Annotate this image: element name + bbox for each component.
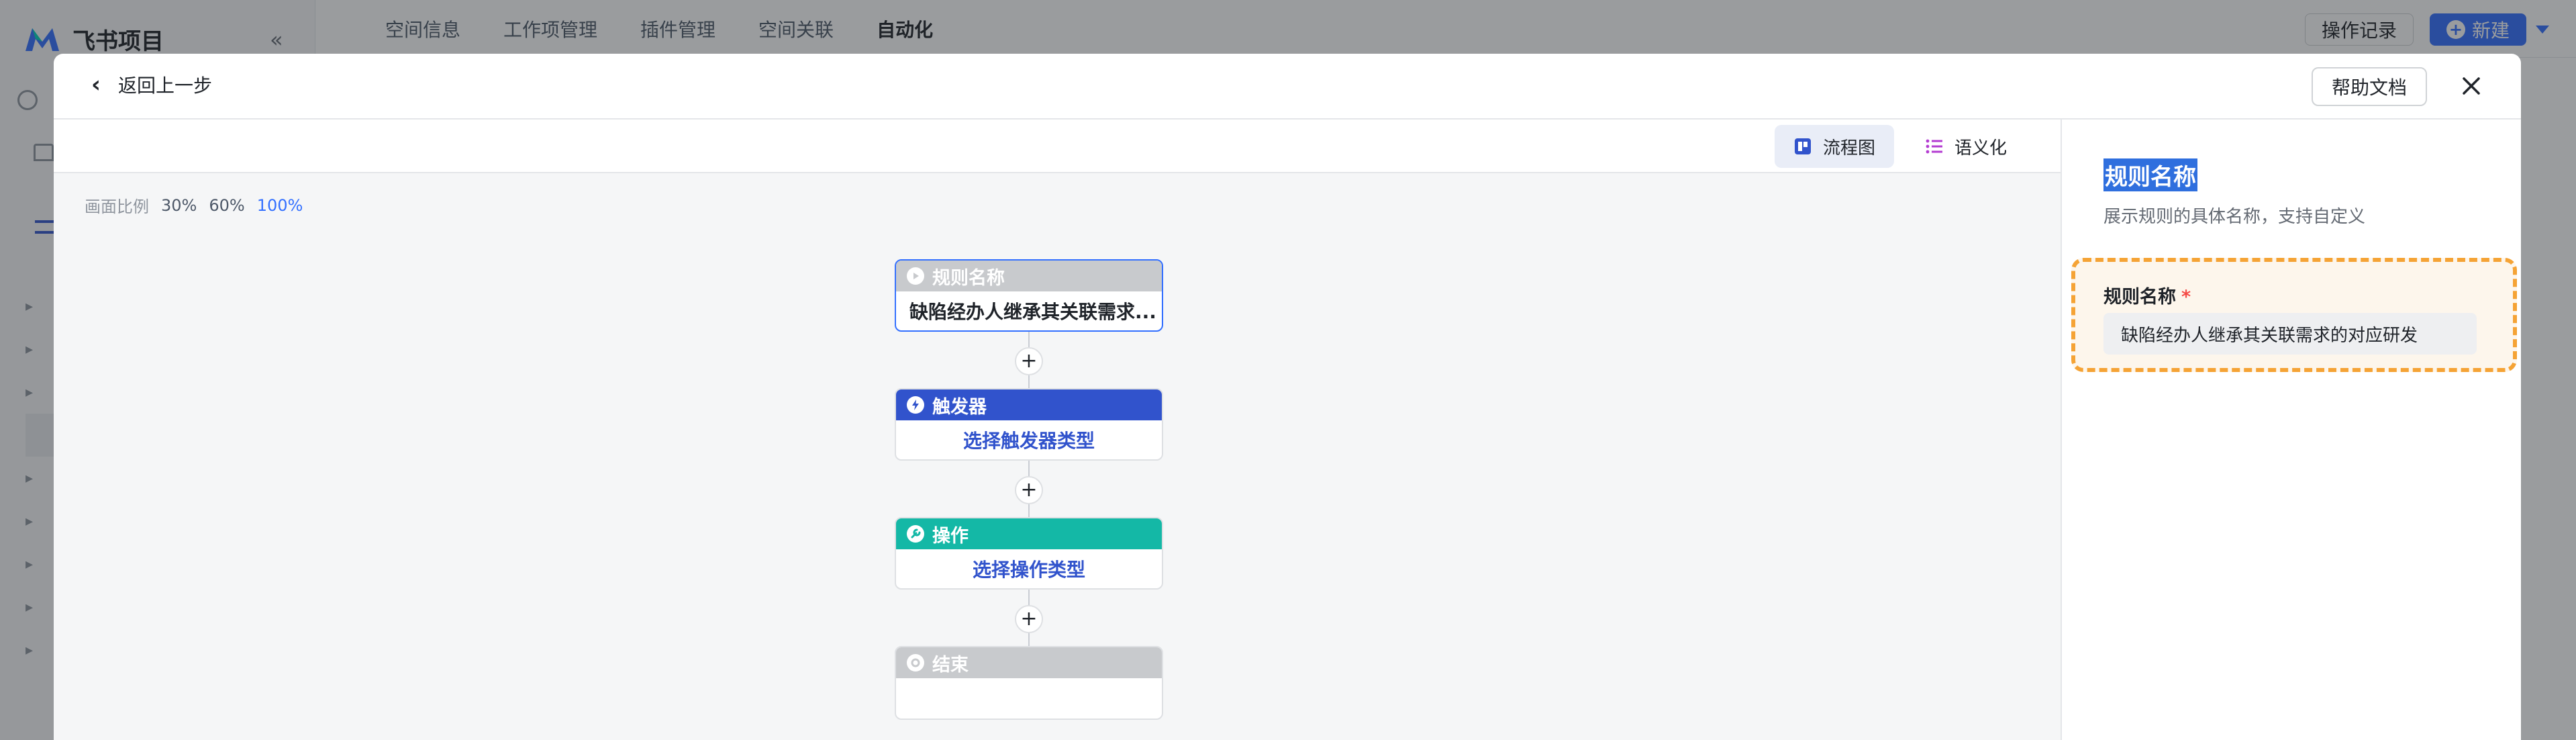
select-action-link[interactable]: 选择操作类型 xyxy=(973,555,1085,582)
action-node-title: 操作 xyxy=(932,525,969,547)
back-label: 返回上一步 xyxy=(118,75,213,97)
add-step-button[interactable]: + xyxy=(1015,476,1043,504)
chevron-left-icon: ‹ xyxy=(91,71,101,98)
end-node-header: 结束 xyxy=(896,647,1162,678)
rule-name-node-header: 规则名称 xyxy=(896,261,1162,291)
flowchart-view-label: 流程图 xyxy=(1822,138,1875,158)
close-button[interactable] xyxy=(2454,68,2489,103)
add-step-button[interactable]: + xyxy=(1015,347,1043,375)
panel-title: 规则名称 xyxy=(2103,158,2197,191)
lightning-icon xyxy=(907,396,924,414)
zoom-bar: 画面比例 30% 60% 100% xyxy=(85,193,303,217)
trigger-node-body[interactable]: 选择触发器类型 xyxy=(896,420,1162,459)
panel-description: 展示规则的具体名称，支持自定义 xyxy=(2103,207,2366,227)
modal-header: ‹ 返回上一步 帮助文档 xyxy=(54,54,2521,120)
play-icon xyxy=(907,267,924,285)
action-node-header: 操作 xyxy=(896,518,1162,549)
canvas-toolbar: 流程图 语义化 xyxy=(54,120,2061,173)
zoom-100-option[interactable]: 100% xyxy=(257,196,303,215)
back-button[interactable]: ‹ 返回上一步 xyxy=(91,71,212,98)
rule-settings-panel: 规则名称 展示规则的具体名称，支持自定义 规则名称 * 缺陷经办人继承其关联需求的… xyxy=(2061,120,2521,740)
zoom-60-option[interactable]: 60% xyxy=(209,196,244,215)
flowchart-icon xyxy=(1794,138,1811,154)
automation-rule-modal: ‹ 返回上一步 帮助文档 流程图 语义化 画面比例 30% 60% 100% 规… xyxy=(54,54,2521,740)
zoom-label: 画面比例 xyxy=(85,197,149,216)
action-node-body[interactable]: 选择操作类型 xyxy=(896,549,1162,588)
rule-name-field-label: 规则名称 * xyxy=(2103,282,2191,308)
rule-name-node-title: 规则名称 xyxy=(932,267,1005,289)
end-node[interactable]: 结束 xyxy=(895,646,1163,720)
end-node-body xyxy=(896,678,1162,719)
rule-name-node[interactable]: 规则名称 缺陷经办人继承其关联需求... xyxy=(895,259,1163,332)
trigger-node-title: 触发器 xyxy=(932,396,987,418)
view-toggle: 流程图 语义化 xyxy=(1774,125,2026,168)
stop-icon xyxy=(907,654,924,672)
close-icon xyxy=(2463,77,2480,95)
flowchart-view-button[interactable]: 流程图 xyxy=(1774,125,1894,168)
flow-canvas[interactable]: 流程图 语义化 画面比例 30% 60% 100% 规则名称 缺陷经办人继承其关… xyxy=(54,120,2061,740)
rule-name-field-group: 规则名称 * 缺陷经办人继承其关联需求的对应研发 xyxy=(2071,258,2517,372)
rule-name-node-body: 缺陷经办人继承其关联需求... xyxy=(909,301,1156,323)
semantic-view-label: 语义化 xyxy=(1954,138,2007,158)
wrench-icon xyxy=(907,525,924,543)
required-mark: * xyxy=(2181,287,2191,308)
list-icon xyxy=(1926,139,1942,154)
zoom-30-option[interactable]: 30% xyxy=(161,196,197,215)
add-step-button[interactable]: + xyxy=(1015,605,1043,633)
rule-name-input[interactable]: 缺陷经办人继承其关联需求的对应研发 xyxy=(2103,313,2477,355)
field-label-text: 规则名称 xyxy=(2103,287,2176,308)
semantic-view-button[interactable]: 语义化 xyxy=(1906,125,2026,168)
help-docs-button[interactable]: 帮助文档 xyxy=(2311,67,2427,106)
trigger-node[interactable]: 触发器 选择触发器类型 xyxy=(895,388,1163,461)
end-node-title: 结束 xyxy=(932,654,969,676)
select-trigger-link[interactable]: 选择触发器类型 xyxy=(963,426,1095,453)
trigger-node-header: 触发器 xyxy=(896,389,1162,420)
action-node[interactable]: 操作 选择操作类型 xyxy=(895,517,1163,590)
